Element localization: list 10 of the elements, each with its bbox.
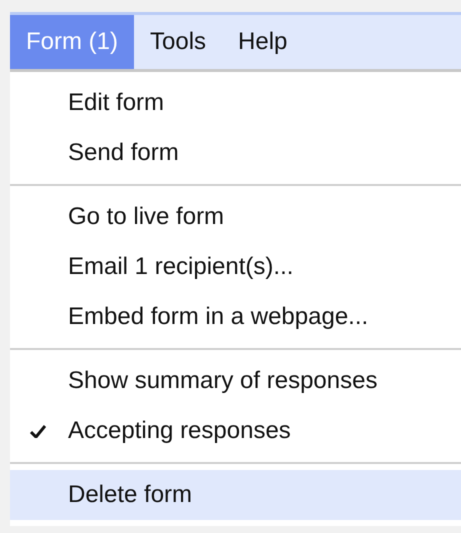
menu-item[interactable]: Go to live form	[10, 192, 461, 242]
menu-item[interactable]: Edit form	[10, 78, 461, 128]
menu-item[interactable]: Show summary of responses	[10, 356, 461, 406]
menu-item[interactable]: Send form	[10, 128, 461, 178]
menu-item[interactable]: Embed form in a webpage...	[10, 292, 461, 342]
menu-item[interactable]: Email 1 recipient(s)...	[10, 242, 461, 292]
menu-item[interactable]: Delete form	[10, 470, 461, 520]
menu-bar-item[interactable]: Tools	[134, 15, 222, 69]
menu-item[interactable]: Accepting responses	[10, 406, 461, 456]
menu-bar-item[interactable]: Help	[222, 15, 304, 69]
